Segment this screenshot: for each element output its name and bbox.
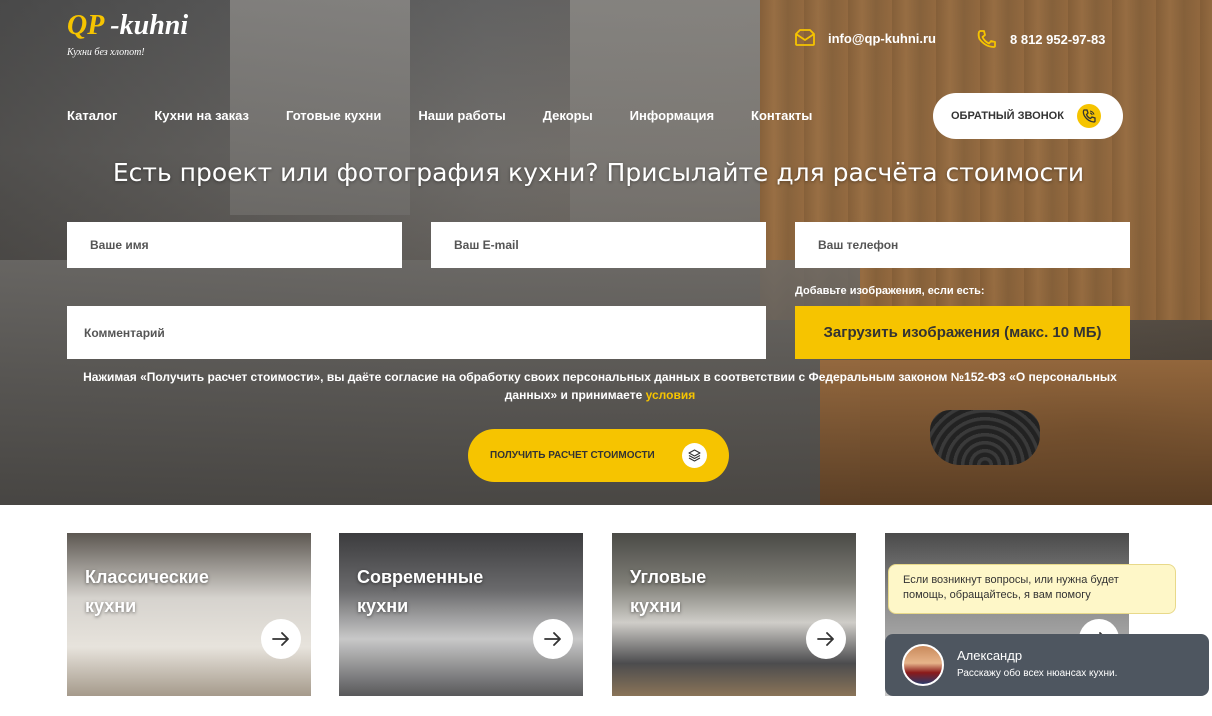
- avatar: [902, 644, 944, 686]
- chat-agent-subtitle: Расскажу обо всех нюансах кухни.: [957, 668, 1118, 679]
- nav-item-contacts[interactable]: Контакты: [751, 108, 812, 123]
- arrow-right-icon[interactable]: [533, 619, 573, 659]
- chat-agent-name: Александр: [957, 648, 1023, 663]
- upload-images-button[interactable]: Загрузить изображения (макс. 10 МБ): [795, 306, 1130, 359]
- category-title-line: кухни: [357, 596, 409, 616]
- images-label: Добавьте изображения, если есть:: [795, 285, 985, 297]
- main-nav: Каталог Кухни на заказ Готовые кухни Наш…: [67, 108, 849, 123]
- phone-call-icon: [1077, 104, 1101, 128]
- hero-headline: Есть проект или фотография кухни? Присыл…: [112, 158, 1085, 187]
- header-phone-text: 8 812 952-97-83: [1010, 31, 1106, 47]
- category-title-line: Классические: [85, 567, 209, 587]
- header-email-text: info@qp-kuhni.ru: [828, 30, 936, 46]
- nav-item-custom-kitchens[interactable]: Кухни на заказ: [154, 108, 249, 123]
- header-email[interactable]: info@qp-kuhni.ru: [794, 29, 936, 47]
- get-quote-button[interactable]: ПОЛУЧИТЬ РАСЧЕТ СТОИМОСТИ: [468, 429, 729, 482]
- callback-label: ОБРАТНЫЙ ЗВОНОК: [951, 110, 1064, 122]
- comment-input[interactable]: [67, 306, 766, 359]
- phone-icon: [977, 30, 996, 48]
- nav-item-information[interactable]: Информация: [630, 108, 714, 123]
- category-title: Современные кухни: [357, 563, 483, 621]
- chat-tooltip: Если возникнут вопросы, или нужна будет …: [888, 564, 1176, 614]
- category-title-line: кухни: [630, 596, 682, 616]
- consent-text: Нажимая «Получить расчет стоимости», вы …: [80, 368, 1120, 404]
- category-title-line: Современные: [357, 567, 484, 587]
- arrow-right-icon[interactable]: [806, 619, 846, 659]
- hero-banner: QP -kuhni Кухни без хлопот! info@qp-kuhn…: [0, 0, 1212, 505]
- nav-item-catalog[interactable]: Каталог: [67, 108, 117, 123]
- category-title: Угловые кухни: [630, 563, 706, 621]
- logo-qp: QP: [67, 10, 104, 41]
- chat-widget[interactable]: Александр Расскажу обо всех нюансах кухн…: [885, 634, 1209, 696]
- arrow-right-icon[interactable]: [261, 619, 301, 659]
- nav-item-our-works[interactable]: Наши работы: [418, 108, 505, 123]
- category-title-line: кухни: [85, 596, 137, 616]
- layers-icon: [682, 443, 707, 468]
- category-title-line: Угловые: [630, 567, 707, 587]
- get-quote-label: ПОЛУЧИТЬ РАСЧЕТ СТОИМОСТИ: [490, 450, 655, 461]
- name-input[interactable]: [67, 222, 402, 268]
- envelope-icon: [795, 29, 815, 46]
- category-title: Классические кухни: [85, 563, 209, 621]
- terms-link[interactable]: условия: [646, 388, 696, 402]
- consent-body: Нажимая «Получить расчет стоимости», вы …: [83, 370, 1117, 402]
- category-card-classic[interactable]: Классические кухни: [67, 533, 311, 696]
- site-logo[interactable]: QP -kuhni: [67, 10, 188, 42]
- background-pillow: [930, 410, 1040, 465]
- nav-item-ready-kitchens[interactable]: Готовые кухни: [286, 108, 381, 123]
- phone-input[interactable]: [795, 222, 1130, 268]
- nav-item-decors[interactable]: Декоры: [543, 108, 593, 123]
- logo-text: -kuhni: [103, 10, 189, 41]
- site-tagline: Кухни без хлопот!: [67, 47, 145, 58]
- callback-button[interactable]: ОБРАТНЫЙ ЗВОНОК: [933, 93, 1123, 139]
- category-card-modern[interactable]: Современные кухни: [339, 533, 583, 696]
- header-phone[interactable]: 8 812 952-97-83: [976, 29, 1105, 49]
- email-input[interactable]: [431, 222, 766, 268]
- category-card-corner[interactable]: Угловые кухни: [612, 533, 856, 696]
